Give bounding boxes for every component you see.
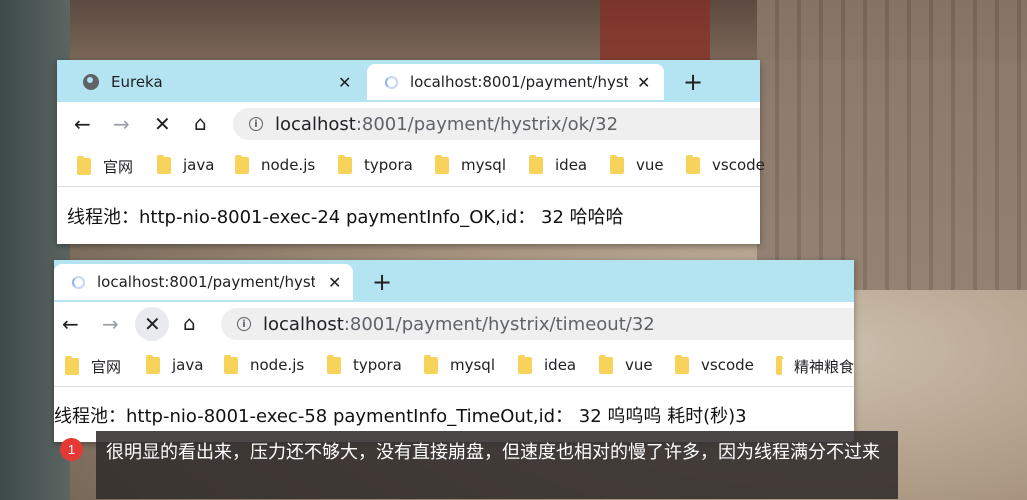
bookmark-typora[interactable]: typora (327, 354, 402, 374)
background-building-right (757, 0, 1027, 290)
tab-label: localhost:8001/payment/hystrix (410, 73, 628, 91)
folder-icon (610, 154, 624, 174)
stop-icon[interactable]: ✕ (144, 314, 161, 334)
bookmarks-bar: 官网 java node.js typora mysql idea vue vs… (54, 346, 854, 387)
forward-icon[interactable]: → (102, 314, 119, 334)
bookmarks-bar: 官网 java node.js typora mysql idea vue vs… (57, 146, 765, 187)
url-path: :8001/payment/hystrix/timeout/32 (343, 313, 655, 335)
folder-icon (157, 154, 171, 174)
bookmark-mysql[interactable]: mysql (435, 154, 506, 174)
folder-icon (675, 354, 689, 374)
folder-icon (338, 154, 352, 174)
folder-icon (518, 354, 532, 374)
bookmark-java[interactable]: java (146, 354, 203, 374)
new-tab-icon[interactable]: + (683, 70, 703, 94)
url-path: :8001/payment/hystrix/ok/32 (355, 113, 619, 135)
bookmark-mysql[interactable]: mysql (424, 354, 495, 374)
url-host: localhost (263, 313, 344, 335)
tab-hystrix-ok[interactable]: localhost:8001/payment/hystrix ✕ (367, 64, 664, 100)
bookmark-vscode[interactable]: vscode (686, 154, 765, 174)
bookmark-vscode[interactable]: vscode (675, 354, 754, 374)
bookmark-guanwang[interactable]: 官网 (77, 156, 133, 177)
loading-spinner-icon (385, 75, 398, 89)
annotation-badge: 1 (60, 438, 83, 461)
url-host: localhost (275, 113, 356, 135)
tab-eureka[interactable]: Eureka ✕ (57, 64, 367, 100)
tab-label: Eureka (111, 73, 163, 91)
bookmark-guanwang[interactable]: 官网 (65, 356, 121, 377)
bookmark-vue[interactable]: vue (599, 354, 653, 374)
info-icon[interactable]: i (249, 117, 263, 131)
info-icon[interactable]: i (237, 317, 251, 331)
bookmark-vue[interactable]: vue (610, 154, 664, 174)
page-content: 线程池：http-nio-8001-exec-24 paymentInfo_OK… (57, 187, 760, 244)
bookmark-typora[interactable]: typora (338, 154, 413, 174)
bookmark-nodejs[interactable]: node.js (224, 354, 304, 374)
folder-icon (599, 354, 613, 374)
browser-window-timeout: localhost:8001/payment/hystrix ✕ + ← → ✕… (54, 260, 854, 442)
home-icon[interactable]: ⌂ (183, 313, 196, 333)
browser-window-ok: Eureka ✕ localhost:8001/payment/hystrix … (57, 60, 765, 244)
address-bar[interactable]: i localhost:8001/payment/hystrix/ok/32 (233, 108, 760, 140)
stop-icon[interactable]: ✕ (154, 114, 171, 134)
close-icon[interactable]: ✕ (637, 73, 650, 92)
globe-icon (83, 74, 99, 90)
annotation-caption: 很明显的看出来，压力还不够大，没有直接崩盘，但速度也相对的慢了许多，因为线程满分… (96, 431, 898, 499)
close-icon[interactable]: ✕ (328, 273, 341, 292)
folder-icon (235, 154, 249, 174)
tab-hystrix-timeout[interactable]: localhost:8001/payment/hystrix ✕ (54, 264, 353, 300)
bookmark-idea[interactable]: idea (518, 354, 576, 374)
bookmark-nodejs[interactable]: node.js (235, 154, 315, 174)
folder-icon (146, 354, 160, 374)
tab-strip: Eureka ✕ localhost:8001/payment/hystrix … (57, 60, 760, 102)
tab-label: localhost:8001/payment/hystrix (97, 273, 315, 291)
new-tab-icon[interactable]: + (372, 270, 392, 294)
forward-icon[interactable]: → (113, 114, 130, 134)
folder-icon (424, 354, 438, 374)
home-icon[interactable]: ⌂ (194, 113, 207, 133)
toolbar: ← → ✕ ⌂ i localhost:8001/payment/hystrix… (54, 302, 854, 346)
bookmark-idea[interactable]: idea (529, 154, 587, 174)
back-icon[interactable]: ← (74, 114, 91, 134)
bookmark-jingshenliangshi[interactable]: 精神粮食 (776, 356, 854, 377)
loading-spinner-icon (72, 275, 85, 289)
folder-icon (776, 356, 783, 375)
folder-icon (686, 154, 700, 174)
folder-icon (224, 354, 238, 374)
folder-icon (529, 154, 543, 174)
bookmark-java[interactable]: java (157, 154, 214, 174)
background-red-banner (600, 0, 710, 60)
toolbar: ← → ✕ ⌂ i localhost:8001/payment/hystrix… (57, 102, 760, 146)
tab-strip: localhost:8001/payment/hystrix ✕ + (54, 260, 854, 302)
back-icon[interactable]: ← (62, 314, 79, 334)
close-icon[interactable]: ✕ (338, 73, 351, 92)
folder-icon (65, 356, 79, 375)
address-bar[interactable]: i localhost:8001/payment/hystrix/timeout… (221, 308, 854, 340)
folder-icon (435, 154, 449, 174)
folder-icon (77, 156, 91, 175)
folder-icon (327, 354, 341, 374)
